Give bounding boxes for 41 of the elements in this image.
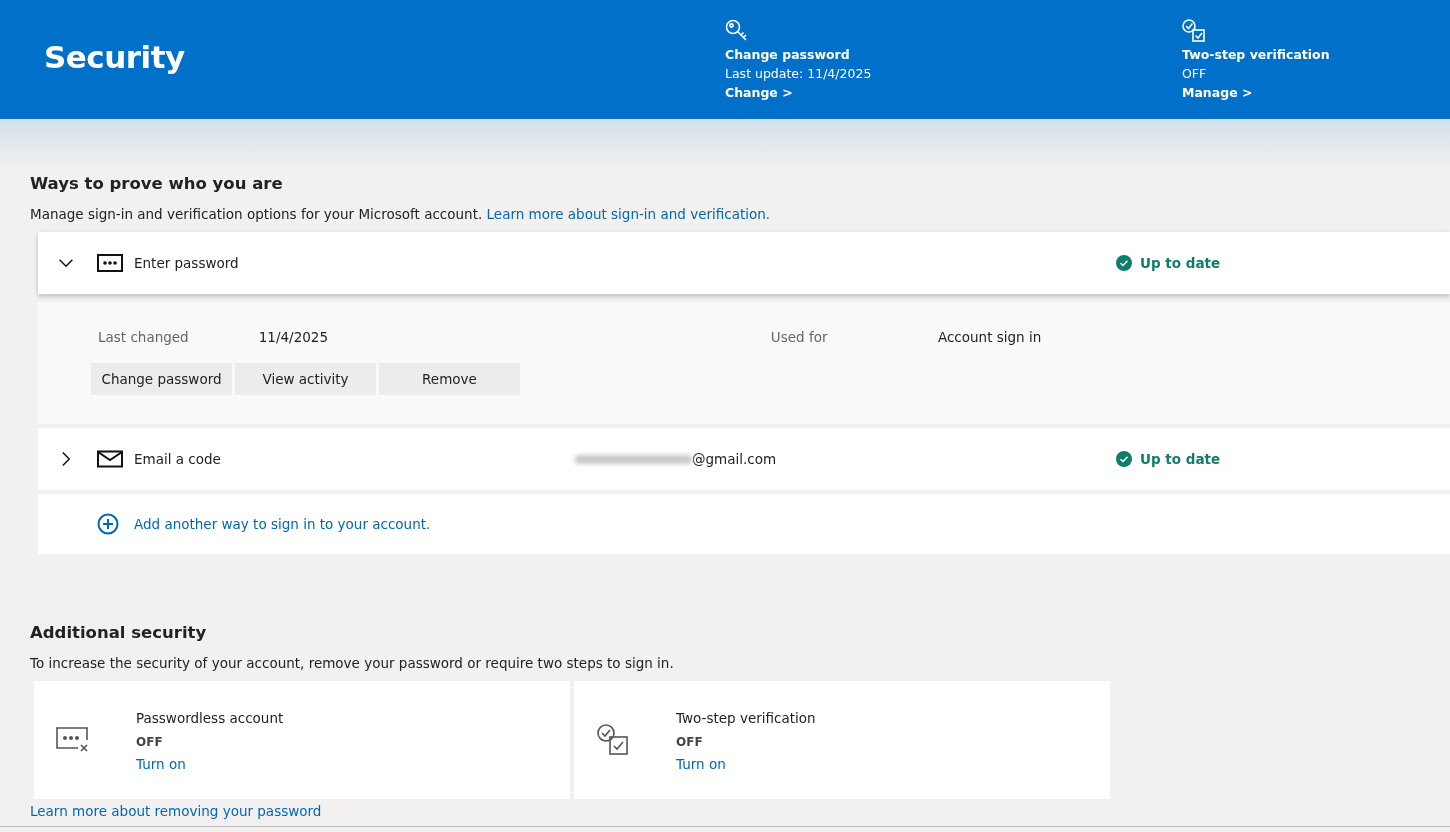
learn-more-link[interactable]: Learn more about removing your password [30,803,322,819]
section-heading: Ways to prove who you are [30,173,284,195]
section-description: To increase the security of your account, remove your password or require two steps to sign in. [30,654,675,672]
action-button[interactable]: Change password [91,363,232,395]
card-state: OFF [136,734,164,751]
page-title: Security [44,38,186,75]
tile-detail: Last update: 11/4/2025 [725,65,873,83]
password-icon [97,254,123,272]
section-heading: Additional security [30,622,208,644]
method-label: Email a code [134,451,222,467]
tile-link[interactable]: Manage > [1182,83,1253,102]
method-row[interactable]: Enter password Up to date [38,232,1450,294]
method-label: Enter password [134,255,240,271]
turn-on-link[interactable]: Turn on [676,756,726,772]
checkbox-icon [1182,19,1208,43]
turn-on-link[interactable]: Turn on [136,756,186,772]
tile-detail: OFF [1182,65,1208,83]
card-title: Passwordless account [136,709,284,728]
section-description: Manage sign-in and verification options for your Microsoft account. Learn more about sign-in and verification. [30,205,772,223]
card-state: OFF [676,734,704,751]
status-text: Up to date [1140,451,1221,467]
tile-title: Change password [725,46,851,64]
detail-label: Last changed [97,329,190,347]
action-button[interactable]: Remove [379,363,520,395]
check-circle-icon [1116,451,1132,467]
method-row[interactable]: Email a code @gmail.com Up to date [38,428,1450,490]
checkbox-icon [596,723,630,757]
detail-value: Account sign in [937,329,1043,347]
detail-label: Used for [770,329,829,347]
learn-more-link[interactable]: Learn more about sign-in and verification. [486,206,771,222]
add-method-link[interactable]: Add another way to sign in to your account. [134,516,431,532]
add-icon[interactable] [97,513,119,535]
mail-icon [97,450,123,468]
status-text: Up to date [1140,255,1221,271]
card-title: Two-step verification [676,709,816,728]
action-button[interactable]: View activity [235,363,376,395]
detail-value: 11/4/2025 [258,329,329,347]
email-address: @gmail.com [692,451,777,467]
tile-title: Two-step verification [1182,46,1331,64]
tile-link[interactable]: Change > [725,83,793,102]
check-circle-icon [1116,255,1132,271]
